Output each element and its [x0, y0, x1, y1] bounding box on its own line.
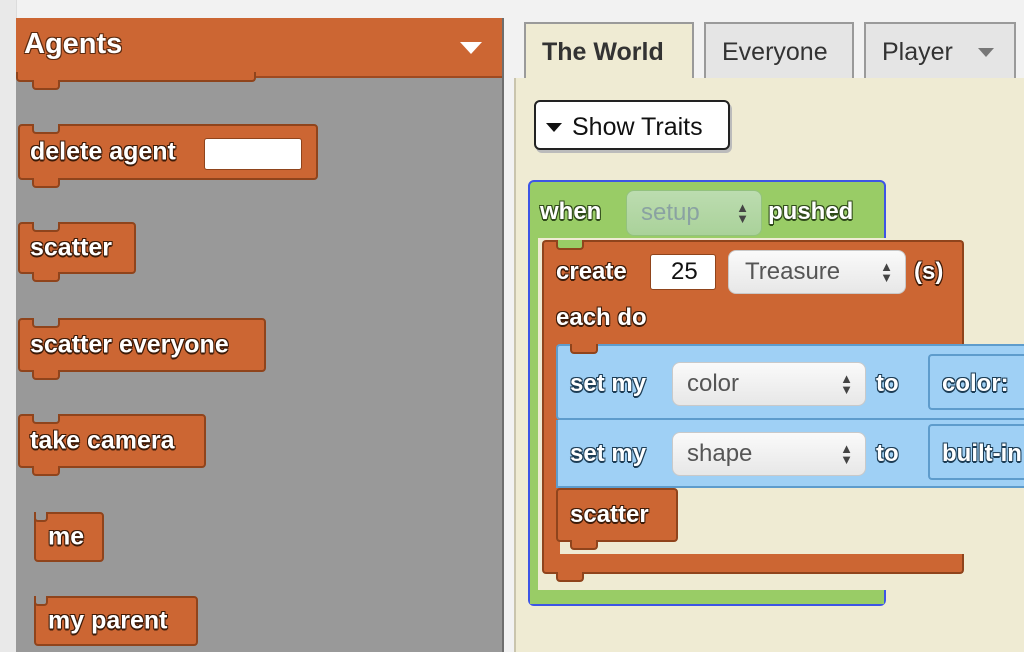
each-do-label: each do	[556, 304, 647, 331]
breed-dropdown[interactable]: Treasure ▲ ▼	[728, 250, 906, 294]
create-label: create	[556, 258, 627, 285]
updown-arrows-icon: ▲ ▼	[736, 200, 749, 226]
trait-dropdown-color[interactable]: color ▲ ▼	[672, 362, 866, 406]
chevron-down-icon[interactable]	[460, 42, 482, 54]
color-value-block[interactable]: color:	[928, 354, 1024, 410]
block-label: scatter everyone	[30, 330, 229, 359]
updown-arrows-icon: ▲ ▼	[880, 259, 893, 285]
block-label: take camera	[30, 426, 175, 455]
agent-input-slot[interactable]	[204, 138, 302, 170]
block-label: scatter	[30, 233, 112, 262]
to-label: to	[876, 440, 899, 467]
tab-everyone[interactable]: Everyone	[704, 22, 854, 78]
tab-player[interactable]: Player	[864, 22, 1016, 78]
shape-value-block[interactable]: built-in	[928, 424, 1024, 480]
color-value-label: color:	[942, 370, 1009, 397]
show-traits-button[interactable]: Show Traits	[534, 100, 730, 150]
chevron-down-icon[interactable]	[978, 48, 994, 57]
create-each-do-block[interactable]: create 25 Treasure ▲ ▼ (s) each do	[542, 240, 964, 346]
block-label: my parent	[48, 606, 168, 635]
create-count-input[interactable]: 25	[650, 254, 716, 290]
palette-category-title: Agents	[24, 28, 123, 60]
palette-block-partial[interactable]	[16, 72, 256, 90]
set-my-color-block[interactable]: set my color ▲ ▼ to color:	[556, 344, 1024, 420]
plural-suffix-label: (s)	[914, 258, 944, 285]
when-label: when	[540, 198, 602, 225]
scatter-block[interactable]: scatter	[556, 488, 678, 550]
updown-arrows-icon: ▲ ▼	[840, 441, 853, 467]
palette-category-header[interactable]: Agents	[16, 18, 502, 78]
tab-the-world[interactable]: The World	[524, 22, 694, 80]
to-label: to	[876, 370, 899, 397]
block-label: scatter	[570, 501, 649, 528]
palette-block-delete-agent[interactable]: delete agent	[18, 124, 318, 188]
set-my-shape-block[interactable]: set my shape ▲ ▼ to built-in	[556, 420, 1024, 488]
create-block-bottom	[542, 554, 964, 582]
event-dropdown[interactable]: setup ▲ ▼	[626, 190, 762, 236]
palette-block-my-parent[interactable]: my parent	[34, 596, 198, 646]
palette-block-scatter[interactable]: scatter	[18, 222, 136, 282]
palette-block-scatter-everyone[interactable]: scatter everyone	[18, 318, 266, 380]
shape-value-label: built-in	[942, 440, 1022, 467]
block-label: me	[48, 522, 85, 551]
left-edge	[0, 0, 17, 652]
block-label: delete agent	[30, 137, 176, 166]
block-palette[interactable]: Agents delete agent scatter scatter ever…	[16, 18, 504, 652]
updown-arrows-icon: ▲ ▼	[840, 371, 853, 397]
trait-dropdown-shape[interactable]: shape ▲ ▼	[672, 432, 866, 476]
triangle-down-icon	[546, 123, 562, 132]
palette-block-me[interactable]: me	[34, 512, 104, 562]
palette-block-take-camera[interactable]: take camera	[18, 414, 206, 476]
pushed-label: pushed	[768, 198, 854, 225]
set-my-label: set my	[570, 370, 647, 397]
set-my-label: set my	[570, 440, 647, 467]
